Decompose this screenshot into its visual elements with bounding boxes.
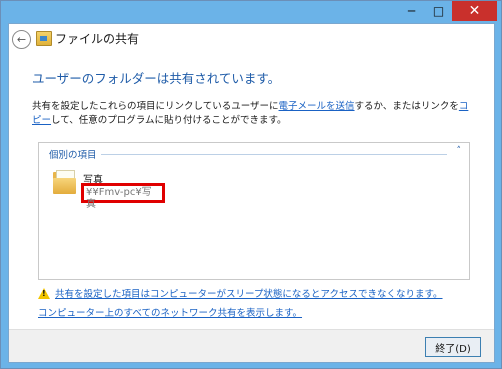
chevron-up-icon[interactable]: ˄	[457, 146, 462, 156]
email-link[interactable]: 電子メールを送信	[279, 101, 355, 112]
sleep-warning-row: 共有を設定した項目はコンピューターがスリープ状態になるとアクセスできなくなります…	[38, 286, 443, 300]
dialog-title: ファイルの共有	[55, 32, 140, 46]
view-network-shares-link[interactable]: コンピューター上のすべてのネットワーク共有を表示します。	[38, 305, 302, 319]
close-button[interactable]: ✕	[452, 1, 497, 21]
sleep-warning-link[interactable]: 共有を設定した項目はコンピューターがスリープ状態になるとアクセスできなくなります…	[55, 286, 443, 300]
desc-after: して、任意のプログラムに貼り付けることができます。	[51, 115, 287, 126]
shared-items-list[interactable]: 個別の項目 ˄ 写真 ¥¥Fmv-pc¥写真	[38, 142, 470, 280]
file-sharing-icon	[36, 31, 52, 46]
warning-icon	[38, 287, 50, 299]
group-divider	[101, 154, 447, 155]
navigation-row: ← ファイルの共有	[9, 24, 494, 54]
share-dialog-window: ─ □ ✕ ← ファイルの共有 ユーザーのフォルダーは共有されています。 共有を…	[0, 0, 502, 369]
desc-middle: するか、またはリンクを	[354, 101, 459, 112]
minimize-button[interactable]: ─	[398, 1, 425, 21]
description-text: 共有を設定したこれらの項目にリンクしているユーザーに電子メールを送信するか、また…	[32, 100, 477, 128]
status-heading: ユーザーのフォルダーは共有されています。	[32, 71, 281, 86]
shared-item-path: ¥¥Fmv-pc¥写真	[81, 183, 165, 210]
dialog-content: ← ファイルの共有 ユーザーのフォルダーは共有されています。 共有を設定したこれ…	[8, 23, 495, 363]
folder-icon	[53, 170, 77, 194]
group-header[interactable]: 個別の項目	[49, 147, 97, 161]
window-controls: ─ □ ✕	[398, 1, 497, 21]
desc-before-email: 共有を設定したこれらの項目にリンクしているユーザーに	[32, 101, 279, 112]
back-button[interactable]: ←	[12, 30, 31, 49]
title-bar[interactable]: ─ □ ✕	[1, 1, 501, 23]
maximize-button[interactable]: □	[425, 1, 452, 21]
finish-button[interactable]: 終了(D)	[425, 337, 481, 357]
dialog-footer: 終了(D)	[9, 329, 494, 362]
